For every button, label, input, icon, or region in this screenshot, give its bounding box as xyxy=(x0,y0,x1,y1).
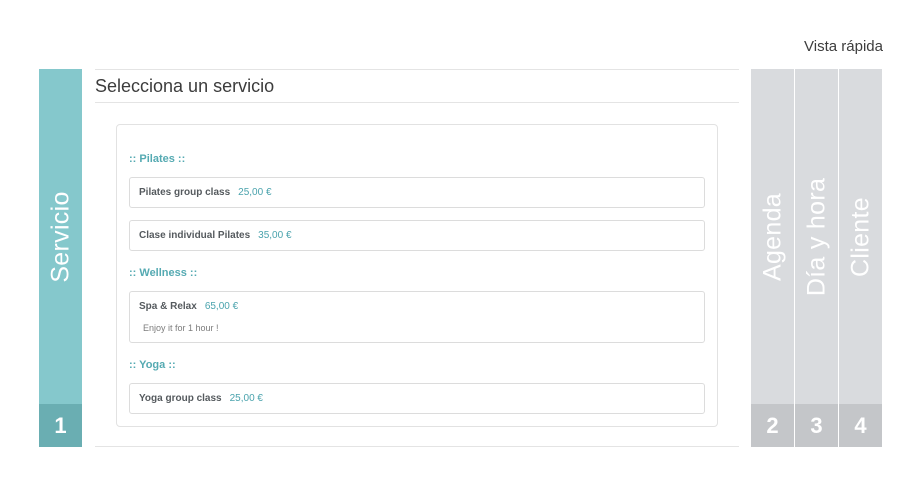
step-number: 4 xyxy=(839,404,882,447)
category-heading-pilates: :: Pilates :: xyxy=(129,153,186,165)
step-label: Agenda xyxy=(758,192,786,281)
page-title: Selecciona un servicio xyxy=(95,70,739,103)
step-tab-cliente[interactable]: Cliente 4 xyxy=(839,69,882,447)
category-heading-wellness: :: Wellness :: xyxy=(129,267,198,279)
service-description: Enjoy it for 1 hour ! xyxy=(143,323,219,333)
services-list: :: Pilates :: Pilates group class 25,00 €… xyxy=(116,124,718,427)
service-name: Spa & Relax xyxy=(139,301,197,312)
booking-wizard: Vista rápida Servicio 1 Selecciona un se… xyxy=(0,0,921,484)
service-name: Clase individual Pilates xyxy=(139,230,251,241)
step-label: Día y hora xyxy=(802,177,830,296)
service-price: 65,00 € xyxy=(204,301,239,312)
category-heading-yoga: :: Yoga :: xyxy=(129,359,176,371)
step-number: 3 xyxy=(795,404,838,447)
service-item-clase-individual-pilates[interactable]: Clase individual Pilates 35,00 € xyxy=(129,220,705,251)
step-label: Cliente xyxy=(846,196,874,277)
step-number: 1 xyxy=(39,404,82,447)
step-tab-servicio[interactable]: Servicio 1 xyxy=(39,69,82,447)
service-price: 25,00 € xyxy=(238,187,272,198)
service-name: Yoga group class xyxy=(139,393,222,404)
service-selection-panel: Selecciona un servicio :: Pilates :: Pil… xyxy=(95,69,739,447)
service-item-pilates-group-class[interactable]: Pilates group class 25,00 € xyxy=(129,177,705,208)
step-number: 2 xyxy=(751,404,794,447)
step-tab-agenda[interactable]: Agenda 2 xyxy=(751,69,794,447)
service-item-yoga-group-class[interactable]: Yoga group class 25,00 € xyxy=(129,383,705,414)
service-item-spa-relax[interactable]: Spa & Relax 65,00 € Enjoy it for 1 hour ! xyxy=(129,291,705,343)
quick-view-link[interactable]: Vista rápida xyxy=(804,38,883,55)
service-price: 25,00 € xyxy=(229,393,263,404)
step-label: Servicio xyxy=(46,190,74,283)
service-price: 35,00 € xyxy=(258,230,292,241)
step-tab-dia-y-hora[interactable]: Día y hora 3 xyxy=(795,69,838,447)
service-name: Pilates group class xyxy=(139,187,231,198)
